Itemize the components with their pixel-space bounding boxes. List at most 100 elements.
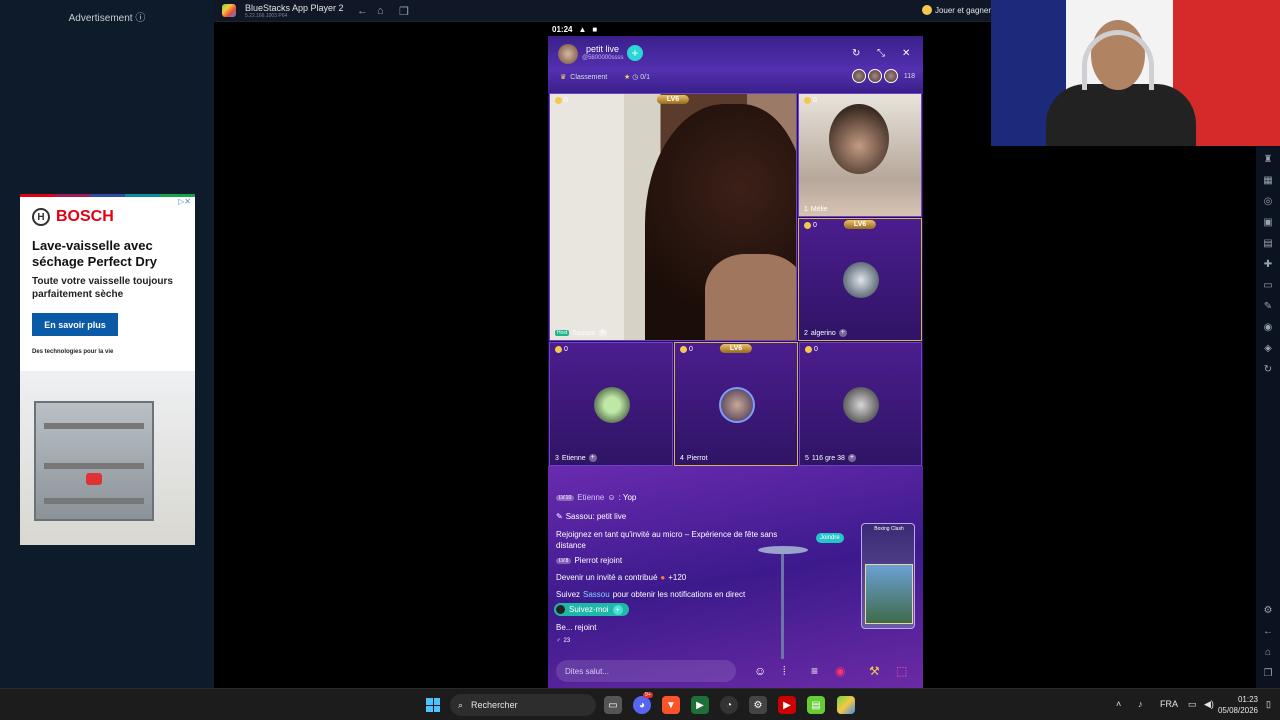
settings-app-icon[interactable]: ⚙	[749, 696, 767, 714]
chat-input[interactable]: Dites salut...	[556, 660, 736, 682]
follow-room-button[interactable]: +	[627, 45, 643, 61]
seat-coins: 0	[680, 346, 693, 353]
viewer-count: 118	[903, 72, 915, 80]
taskbar-search[interactable]: ⌕ Rechercher	[450, 694, 596, 716]
media-icon[interactable]: ▤	[1262, 238, 1274, 250]
ad-cta-button[interactable]: En savoir plus	[32, 313, 118, 336]
webcam-overlay	[991, 0, 1280, 146]
green-app-icon[interactable]: ▤	[807, 696, 825, 714]
stage-stool	[753, 546, 813, 666]
discord-icon[interactable]: ◕	[633, 696, 651, 714]
avatar	[719, 387, 755, 423]
language-indicator[interactable]: FRA	[1160, 699, 1178, 709]
emoji-icon[interactable]: ☺	[754, 664, 766, 678]
follow-me-button[interactable]: Suivez-moi +	[554, 603, 629, 616]
microphone-icon[interactable]: ♪	[1138, 699, 1143, 709]
emoji-icon: ☺	[607, 493, 616, 502]
mic-icon: ✎	[556, 512, 563, 521]
chat-message: LV.8 Pierrot rejoint	[556, 556, 622, 565]
seat-name: Host Sassou +	[555, 329, 607, 337]
join-mic-button[interactable]: Joindre	[816, 533, 844, 543]
chat-message: Rejoignez en tant qu'invité au micro – E…	[556, 530, 778, 550]
bluestacks-taskbar-icon[interactable]	[837, 696, 855, 714]
viewer-avatar[interactable]	[851, 69, 866, 83]
youtube-icon[interactable]: ▶	[778, 696, 796, 714]
ranking-link[interactable]: ♛ Classement	[560, 73, 607, 82]
ad-choices-icon[interactable]: ▷✕	[178, 197, 191, 206]
apk-icon[interactable]: ✚	[1262, 259, 1274, 271]
game-icon[interactable]: ◉	[835, 664, 845, 678]
seat-3[interactable]: 0 3 Etienne +	[549, 342, 673, 466]
sd-card-icon: ■	[592, 24, 598, 34]
avatar	[594, 387, 630, 423]
chevron-up-icon[interactable]: ˄	[1116, 699, 1121, 709]
menu-icon[interactable]: ≡	[811, 664, 818, 678]
record-icon[interactable]: ▣	[1262, 217, 1274, 229]
eco-icon[interactable]: ✎	[1262, 301, 1274, 313]
user-icon: ♂	[556, 638, 561, 644]
windows-start-icon[interactable]	[426, 698, 440, 712]
stars-counter[interactable]: ★ ◷ 0/1	[624, 73, 650, 81]
viewer-list[interactable]: 118	[851, 69, 915, 83]
share-icon[interactable]: ↻	[852, 48, 860, 59]
folder-icon[interactable]: ▭	[1262, 280, 1274, 292]
sync-icon[interactable]: ↻	[1262, 364, 1274, 376]
windows-taskbar: ⌕ Rechercher ▭ ◕ 9+ ▼ ▶ ◔ ⚙ ▶ ▤ ˄ ♪ FRA ▭…	[0, 688, 1280, 720]
host-seat[interactable]: LV6 0 Host Sassou +	[549, 93, 797, 341]
layers-icon[interactable]: ◈	[1262, 343, 1274, 355]
warning-icon: ▲	[578, 24, 587, 34]
task-view-icon[interactable]: ▭	[604, 696, 622, 714]
host-avatar[interactable]	[558, 44, 578, 64]
bluestacks-titlebar: BlueStacks App Player 2 5.22.166.1003 P6…	[214, 0, 991, 22]
host-level-badge: LV6	[656, 95, 690, 104]
chat-message: ✎ Sassou: petit live	[556, 512, 627, 521]
trophy-icon: ♛	[560, 74, 567, 81]
seat-1[interactable]: 0 1 Mélie	[798, 93, 922, 217]
bosch-ad-banner[interactable]: ▷✕ H BOSCH Lave-vaisselle avec séchage Pe…	[20, 194, 195, 545]
minimize-icon[interactable]: ⤡	[877, 48, 885, 59]
obs-icon[interactable]: ◔	[720, 696, 738, 714]
play-and-win-button[interactable]: Jouer et gagner	[921, 5, 991, 15]
settings-icon[interactable]: ⚙	[1262, 605, 1274, 617]
audio-wave-icon[interactable]: ⦙	[783, 664, 786, 679]
seat-2[interactable]: LV6 0 2 algerino +	[798, 218, 922, 341]
screenshot-icon[interactable]: ◎	[1262, 196, 1274, 208]
ad-subline: Toute votre vaisselle toujours parfaitem…	[32, 276, 173, 300]
seat-name: 4 Pierrot	[680, 455, 708, 462]
notifications-icon[interactable]: ▯	[1266, 699, 1271, 710]
room-name: petit live	[586, 44, 620, 54]
brave-icon[interactable]: ▼	[662, 696, 680, 714]
discord-badge: 9+	[643, 692, 653, 698]
close-icon[interactable]: ✕	[902, 48, 910, 59]
back-icon[interactable]: ←	[1262, 626, 1274, 638]
keyboard-icon[interactable]: ▦	[1262, 175, 1274, 187]
home-icon[interactable]: ⌂	[377, 5, 384, 17]
seat-5[interactable]: 0 5 116 gre 38 +	[799, 342, 922, 466]
location-icon[interactable]: ◉	[1262, 322, 1274, 334]
viewer-avatar[interactable]	[867, 69, 882, 83]
window-version: 5.22.166.1003 P64	[245, 13, 288, 19]
seat-4[interactable]: LV6 0 4 Pierrot	[674, 342, 798, 466]
recents-icon[interactable]: ❐	[1262, 668, 1274, 680]
hammer-icon[interactable]: ⚒	[869, 664, 880, 678]
brand-stripe	[20, 194, 195, 197]
taskbar-clock[interactable]: 01:23 05/08/2026	[1218, 694, 1258, 716]
network-icon[interactable]: ▭	[1188, 699, 1197, 710]
back-icon[interactable]: ←	[357, 5, 368, 17]
join-count: ♂ 23	[556, 638, 571, 644]
avatar	[843, 387, 879, 423]
phone-screen: 01:24 ▲ ■ petit live @5800000ssss + ↻ ⤡ ✕ …	[548, 22, 923, 688]
boxing-clash-game-widget[interactable]: Boxing Clash	[861, 523, 915, 629]
seat-camera-feed	[829, 104, 889, 174]
seat-name: 3 Etienne +	[555, 454, 597, 462]
multi-window-icon[interactable]: ❐	[399, 5, 409, 18]
viewer-avatar[interactable]	[883, 69, 898, 83]
chat-message: Suivez Sassou pour obtenir les notificatio…	[556, 590, 746, 599]
streamlabs-icon[interactable]: ▶	[691, 696, 709, 714]
gamepad-icon[interactable]: ♜	[1262, 154, 1274, 166]
star-icon: ★	[624, 74, 631, 81]
home-icon[interactable]: ⌂	[1262, 647, 1274, 659]
info-icon[interactable]: ⓘ	[135, 13, 145, 24]
volume-icon[interactable]: ◀)	[1204, 699, 1214, 710]
gift-icon[interactable]: ⬚	[896, 664, 907, 678]
